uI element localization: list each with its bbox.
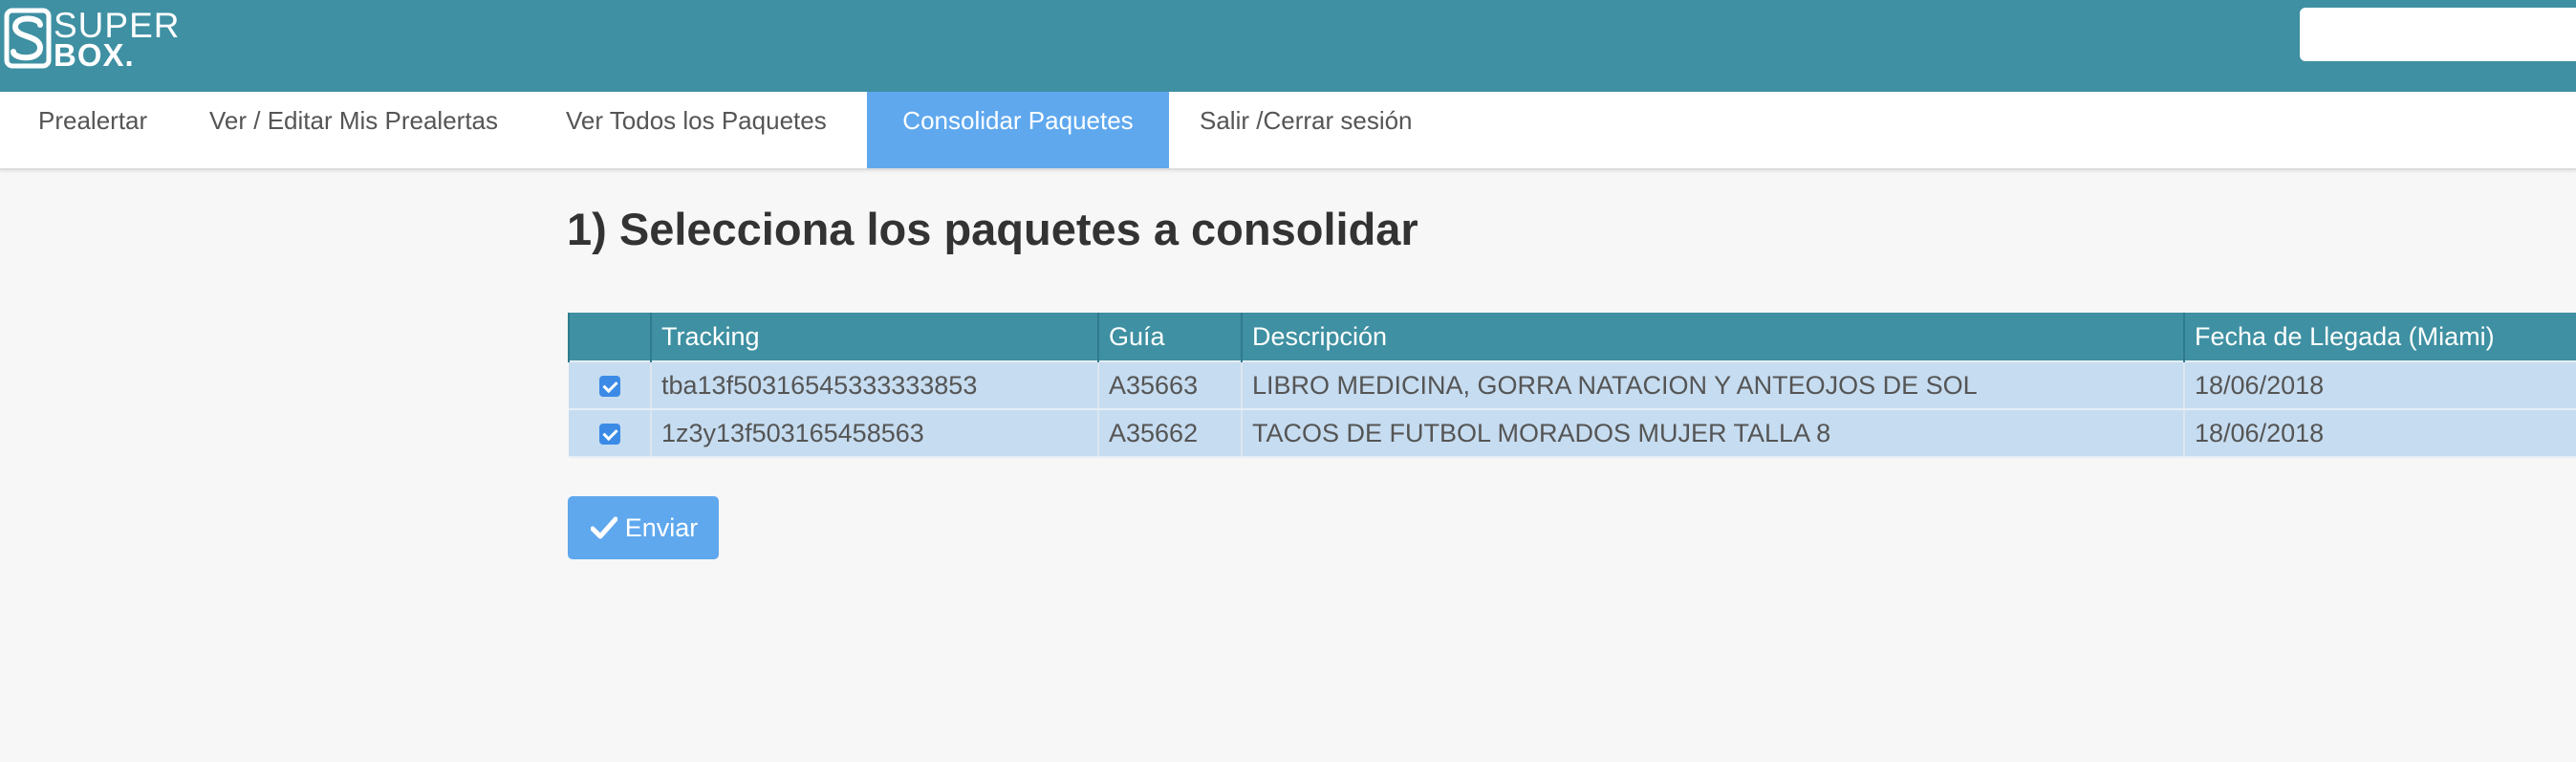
- header-guia[interactable]: Guía: [1097, 313, 1243, 361]
- row-checkbox[interactable]: [598, 424, 620, 446]
- nav-consolidar-paquetes[interactable]: Consolidar Paquetes: [867, 92, 1169, 168]
- header-search-input[interactable]: [2300, 8, 2576, 61]
- cell-tracking: 1z3y13f503165458563: [651, 408, 1099, 458]
- nav-salir-cerrar-sesion[interactable]: Salir /Cerrar sesión: [1200, 92, 1413, 168]
- top-header: SUPER BOX.: [0, 0, 2576, 92]
- page-title: 1) Selecciona los paquetes a consolidar: [567, 204, 1418, 254]
- check-icon: [590, 516, 617, 539]
- packages-table: Tracking Guía Descripción Fecha de Llega…: [568, 313, 2576, 458]
- row-checkbox[interactable]: [598, 376, 620, 398]
- header-descripcion[interactable]: Descripción: [1241, 313, 2185, 361]
- nav-prealertar[interactable]: Prealertar: [38, 92, 147, 168]
- nav-ver-editar-prealertas[interactable]: Ver / Editar Mis Prealertas: [209, 92, 498, 168]
- header-tracking[interactable]: Tracking: [650, 313, 1099, 361]
- cell-descripcion: TACOS DE FUTBOL MORADOS MUJER TALLA 8: [1242, 408, 2185, 458]
- header-select: [568, 313, 652, 361]
- main-nav: Prealertar Ver / Editar Mis Prealertas V…: [0, 92, 2576, 170]
- cell-guia: A35663: [1098, 360, 1243, 410]
- table-row: tba13f50316545333333853 A35663 LIBRO MED…: [569, 360, 2576, 410]
- nav-ver-todos-paquetes[interactable]: Ver Todos los Paquetes: [566, 92, 827, 168]
- enviar-button[interactable]: Enviar: [568, 496, 719, 559]
- table-header-row: Tracking Guía Descripción Fecha de Llega…: [568, 313, 2576, 361]
- row-select-cell: [569, 408, 652, 458]
- packages-table-wrapper: Tracking Guía Descripción Fecha de Llega…: [568, 313, 2576, 458]
- cell-tracking: tba13f50316545333333853: [651, 360, 1099, 410]
- enviar-label: Enviar: [624, 512, 699, 542]
- logo-text-bottom: BOX.: [54, 37, 135, 73]
- cell-fecha: 18/06/2018: [2184, 408, 2576, 458]
- cell-descripcion: LIBRO MEDICINA, GORRA NATACION Y ANTEOJO…: [1242, 360, 2185, 410]
- logo-s-icon: [4, 8, 52, 69]
- table-row: 1z3y13f503165458563 A35662 TACOS DE FUTB…: [569, 408, 2576, 458]
- cell-guia: A35662: [1098, 408, 1243, 458]
- superbox-logo[interactable]: SUPER BOX.: [4, 6, 185, 73]
- cell-fecha: 18/06/2018: [2184, 360, 2576, 410]
- header-fecha-llegada[interactable]: Fecha de Llegada (Miami): [2183, 313, 2576, 361]
- row-select-cell: [569, 360, 652, 410]
